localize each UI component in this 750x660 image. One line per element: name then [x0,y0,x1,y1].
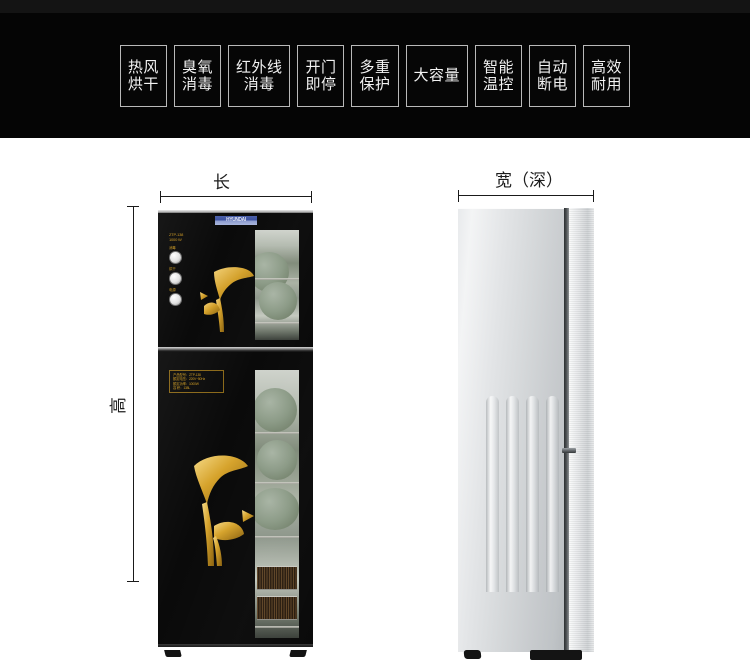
brand-logo: HYUNDAI [215,216,257,225]
feature-badge-label: 热风 [127,58,159,76]
shelf-rail [255,626,299,628]
feature-badge-label: 断电 [537,75,569,93]
knob-icon[interactable] [169,251,182,264]
height-measure-bracket [127,206,139,582]
feature-badge-label: 温控 [483,75,515,93]
chopstick-rack [257,596,297,620]
calla-lily-decal-icon [200,267,254,332]
feature-badge-label: 智能 [483,58,515,76]
feature-badge-label: 臭氧 [181,58,213,76]
side-groove [486,396,499,592]
bracket-bar [133,206,134,582]
side-groove [506,396,519,592]
knob-caption: 消毒 [169,246,176,250]
dish-item [257,440,297,480]
feature-badge-label: 耐用 [591,75,623,93]
feature-badge-label: 多重 [359,58,391,76]
feature-badge-auto-power-off[interactable]: 自动 断电 [529,44,577,107]
feature-badge-label: 烘干 [127,75,159,93]
knob-icon[interactable] [169,293,182,306]
door-hinge [562,448,576,453]
banner-top-strip [0,0,750,13]
side-view-sterilizer [458,208,594,660]
calla-lily-decal-icon [194,455,254,566]
feature-badge-label: 消毒 [243,75,275,93]
feature-badge-door-open-auto-stop[interactable]: 开门 即停 [297,44,345,107]
feature-badge-label: 保护 [359,75,391,93]
cabinet-bottom-rim [158,644,313,647]
feature-banner: 热风 烘干 臭氧 消毒 红外线 消毒 开门 即停 多重 保护 大容量 智能 温控 自动 断电 高效 耐用 [0,0,750,138]
bracket-cap-right [311,191,312,203]
power-text: 1000 W [169,237,182,242]
feature-badge-smart-temperature-control[interactable]: 智能 温控 [475,44,523,107]
bracket-cap-right [593,190,594,202]
bracket-cap-left [458,190,459,202]
bracket-bar [458,195,594,196]
feature-badge-row: 热风 烘干 臭氧 消毒 红外线 消毒 开门 即停 多重 保护 大容量 智能 温控 自动 断电 高效 耐用 [0,13,750,138]
bracket-cap-top [127,206,139,207]
spec-label-lines: 产品型号：ZTP-138 额定电压：220V~50Hz 额定功率：1000W 容 积：… [173,373,220,391]
upper-viewing-window [255,230,299,340]
label-length: 长 [213,173,230,192]
spec-label-plate: 产品型号：ZTP-138 额定电压：220V~50Hz 额定功率：1000W 容 积：… [169,370,224,393]
brand-logo-text: HYUNDAI [226,217,246,223]
side-foot-right [530,650,582,660]
feature-badge-label: 开门 [305,58,337,76]
feature-badge-ozone-sterilization[interactable]: 臭氧 消毒 [173,44,221,107]
feature-badge-label: 即停 [305,75,337,93]
feature-badge-multiple-protection[interactable]: 多重 保护 [351,44,399,107]
label-height: 高 [109,397,128,414]
side-foot-left [463,650,482,659]
dish-item [259,282,297,320]
dimension-diagram: 长 宽（深） 高 HYUNDAI ZTP-138 1000 W 消毒 烘干 电源… [0,138,750,660]
bracket-cap-left [160,191,161,203]
feature-badge-label: 高效 [591,58,623,76]
shelf-rail [255,278,299,280]
width-measure-bracket [458,190,594,202]
front-view-sterilizer: HYUNDAI ZTP-138 1000 W 消毒 烘干 电源 产品型号：ZTP… [158,210,313,657]
label-width-depth: 宽（深） [495,171,563,190]
feature-badge-hot-air-drying[interactable]: 热风 烘干 [119,44,167,107]
feature-badge-infrared-sterilization[interactable]: 红外线 消毒 [227,44,291,107]
cabinet-top-rim [158,210,313,213]
cabinet-foot-left [164,650,182,657]
upper-cabinet: HYUNDAI ZTP-138 1000 W 消毒 烘干 电源 [158,210,313,347]
side-groove [526,396,539,592]
knob-icon[interactable] [169,272,182,285]
cabinet-foot-right [289,650,307,657]
shelf-rail [255,432,299,434]
feature-badge-high-efficiency-durable[interactable]: 高效 耐用 [583,44,631,107]
feature-badge-large-capacity[interactable]: 大容量 [405,44,469,107]
feature-badge-label: 消毒 [181,75,213,93]
side-rear-strip [569,208,594,652]
length-measure-bracket [160,191,312,203]
dish-item [255,388,297,432]
shelf-rail [255,322,299,324]
feature-badge-label: 红外线 [235,58,283,76]
side-groove [546,396,559,592]
feature-badge-label: 大容量 [413,67,461,84]
side-panel [458,208,564,652]
bracket-cap-bottom [127,581,139,582]
feature-badge-label: 自动 [537,58,569,76]
lower-cabinet: 产品型号：ZTP-138 额定电压：220V~50Hz 额定功率：1000W 容 积：… [158,352,313,647]
chopstick-rack [257,566,297,590]
spec-label-line: 容 积：138L [173,386,191,391]
product-detail-page: 热风 烘干 臭氧 消毒 红外线 消毒 开门 即停 多重 保护 大容量 智能 温控 自动 断电 高效 耐用 长 宽… [0,0,750,660]
bracket-bar [160,196,312,197]
